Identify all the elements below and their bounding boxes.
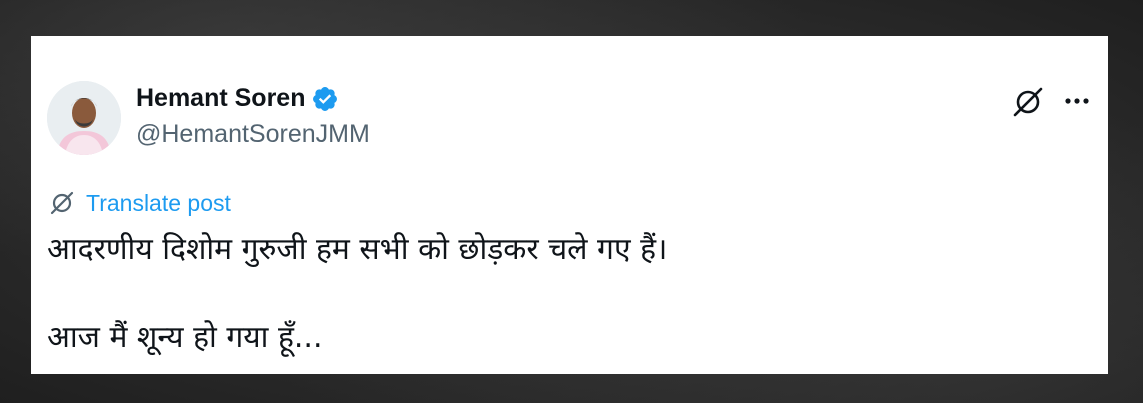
- translate-post-button[interactable]: Translate post: [48, 189, 231, 217]
- translate-post-label[interactable]: Translate post: [86, 190, 231, 217]
- verified-badge-icon: [311, 85, 339, 113]
- author-name-row[interactable]: Hemant Soren: [136, 83, 339, 113]
- avatar[interactable]: [47, 81, 121, 155]
- avatar-photo: [47, 81, 121, 155]
- author-handle[interactable]: @HemantSorenJMM: [136, 120, 370, 149]
- tweet-card: Hemant Soren @HemantSorenJMM Translate p…: [31, 36, 1108, 374]
- grok-icon[interactable]: [1011, 85, 1045, 119]
- post-text-line: आज मैं शून्य हो गया हूँ...: [47, 320, 323, 355]
- post-text-line: आदरणीय दिशोम गुरुजी हम सभी को छोड़कर चले…: [47, 232, 668, 267]
- more-options-icon[interactable]: [1060, 86, 1094, 116]
- grok-translate-icon: [48, 189, 76, 217]
- author-display-name[interactable]: Hemant Soren: [136, 84, 305, 113]
